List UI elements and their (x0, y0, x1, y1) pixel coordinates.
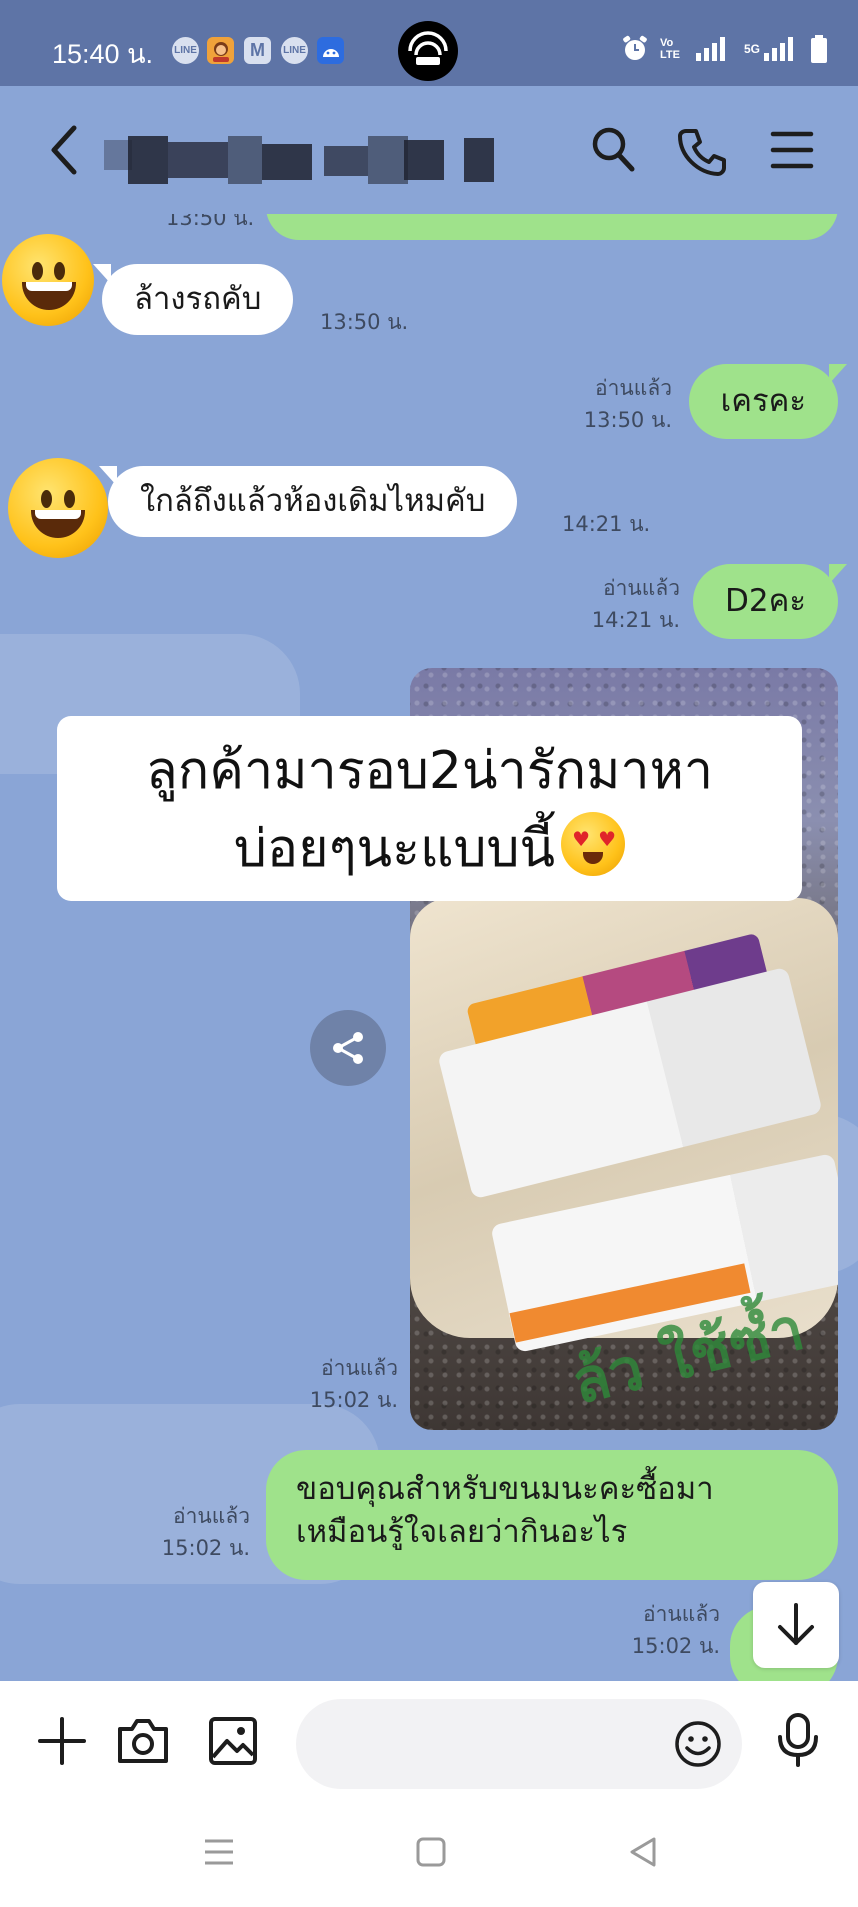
message-bubble-outgoing[interactable]: ขอบคุณสำหรับขนมนะคะซื้อมา เหมือนรู้ใจเลย… (266, 1450, 838, 1580)
message-text: ล้างรถคับ (134, 281, 262, 317)
line-notification-icon: LINE (281, 37, 308, 64)
image-gallery-icon[interactable] (205, 1713, 261, 1769)
read-receipt: อ่านแล้ว (643, 1602, 720, 1626)
caption-line-1: ลูกค้ามารอบ2น่ารักมาหา (145, 741, 714, 801)
search-icon[interactable] (590, 124, 638, 176)
chat-header (0, 86, 858, 214)
gmail-notification-icon: M (244, 37, 271, 64)
scroll-to-bottom-button[interactable] (753, 1582, 839, 1668)
message-time: 13:50 น. (583, 408, 672, 432)
plus-icon[interactable] (34, 1713, 90, 1769)
contact-avatar[interactable] (2, 234, 94, 326)
emoji-icon[interactable] (672, 1718, 724, 1770)
status-right-group: Vo LTE 5G (620, 34, 828, 64)
phone-icon[interactable] (676, 126, 726, 176)
message-bubble-incoming[interactable]: ล้างรถคับ (92, 264, 294, 335)
android-notification-icon (317, 37, 344, 64)
contact-avatar[interactable] (8, 458, 108, 558)
recent-apps-icon[interactable] (202, 1835, 236, 1869)
read-receipt: อ่านแล้ว (173, 1504, 250, 1528)
caption-overlay: ลูกค้ามารอบ2น่ารักมาหา บ่อยๆนะแบบนี้ ♥ ♥ (57, 716, 802, 901)
message-input-bar (0, 1681, 858, 1805)
share-icon (333, 1032, 363, 1064)
back-icon[interactable] (626, 1835, 660, 1869)
message-time: 14:21 น. (562, 512, 651, 536)
message-text: เครคะ (720, 383, 806, 419)
message-time: 13:50 น. (166, 214, 255, 230)
message-bubble-outgoing[interactable] (266, 214, 838, 240)
arrow-down-icon (778, 1603, 814, 1645)
share-button[interactable] (310, 1010, 386, 1086)
message-bubble-outgoing[interactable]: เครคะ (688, 364, 848, 439)
volte-label: Vo LTE (660, 37, 680, 61)
alarm-icon (623, 35, 647, 60)
caption-line-2: บ่อยๆนะแบบนี้ ♥ ♥ (57, 812, 802, 884)
read-receipt: อ่านแล้ว (321, 1356, 398, 1380)
message-bubble-outgoing[interactable]: D2คะ (693, 564, 847, 639)
game-notification-icon (207, 37, 234, 64)
hotspot-icon (398, 21, 458, 81)
status-bar: 15:40 น. LINE M LINE ( ) Vo LTE 5G (0, 0, 858, 86)
read-receipt: อ่านแล้ว (603, 576, 680, 600)
chat-message-list[interactable]: 13:50 น. ล้างรถคับ 13:50 น. อ่านแล้ว 13:… (0, 214, 858, 1681)
message-time: 15:02 น. (631, 1634, 720, 1658)
status-time: 15:40 น. (52, 39, 154, 69)
line-notification-icon: LINE (172, 37, 199, 64)
signal-icon (764, 37, 794, 61)
message-time: 14:21 น. (591, 608, 680, 632)
message-text-line: ขอบคุณสำหรับขนมนะคะซื้อมา (296, 1471, 714, 1507)
message-time: 13:50 น. (320, 310, 409, 334)
camera-icon[interactable] (114, 1713, 172, 1769)
battery-icon (811, 35, 828, 63)
read-receipt: อ่านแล้ว (595, 376, 672, 400)
microphone-icon[interactable] (774, 1711, 822, 1769)
message-time: 15:02 น. (309, 1388, 398, 1412)
heart-eyes-emoji-icon: ♥ ♥ (561, 812, 626, 876)
5g-label: 5G (744, 42, 761, 56)
message-bubble-incoming[interactable]: ใกล้ถึงแล้วห้องเดิมไหมคับ (98, 466, 518, 537)
message-text-line: เหมือนรู้ใจเลยว่ากินอะไร (296, 1514, 628, 1550)
menu-icon[interactable] (770, 130, 814, 170)
caption-line-2-text: บ่อยๆนะแบบนี้ (233, 819, 556, 879)
signal-icon (696, 37, 725, 61)
message-text: D2คะ (725, 583, 806, 619)
message-time: 15:02 น. (161, 1536, 250, 1560)
home-icon[interactable] (414, 1835, 448, 1869)
contact-name-blurred[interactable] (104, 136, 504, 188)
chevron-left-icon[interactable] (44, 120, 84, 180)
system-navigation-bar (0, 1805, 858, 1907)
message-text: ใกล้ถึงแล้วห้องเดิมไหมคับ (140, 483, 486, 519)
